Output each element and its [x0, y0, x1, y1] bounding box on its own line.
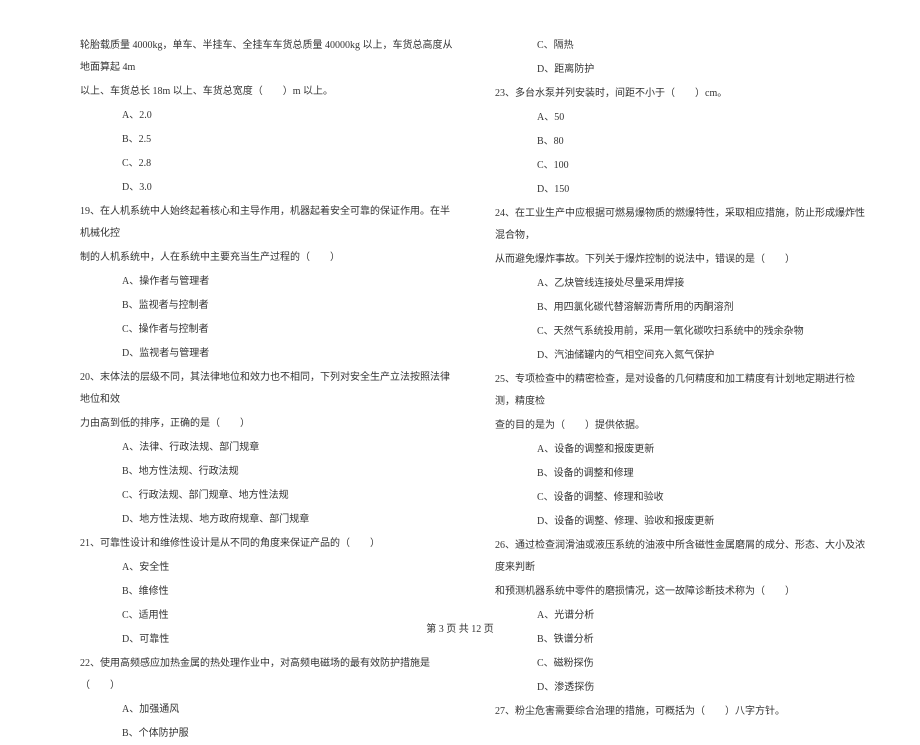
q24-option-c: C、天然气系统投用前，采用一氧化碳吹扫系统中的残余杂物 — [495, 321, 870, 343]
q21-option-b: B、维修性 — [80, 581, 455, 603]
q20-option-c: C、行政法规、部门规章、地方性法规 — [80, 485, 455, 507]
q22-option-c: C、隔热 — [495, 35, 870, 57]
q18-continuation-2: 以上、车货总长 18m 以上、车货总宽度（ ）m 以上。 — [80, 81, 455, 103]
q22-option-b: B、个体防护服 — [80, 723, 455, 745]
q25-option-d: D、设备的调整、修理、验收和报废更新 — [495, 511, 870, 533]
q18-option-a: A、2.0 — [80, 105, 455, 127]
q19-option-b: B、监视者与控制者 — [80, 295, 455, 317]
q21-text: 21、可靠性设计和维修性设计是从不同的角度来保证产品的（ ） — [80, 533, 455, 555]
q26-text-1: 26、通过检查润滑油或液压系统的油液中所含磁性金属磨屑的成分、形态、大小及浓度来… — [495, 535, 870, 579]
q18-option-b: B、2.5 — [80, 129, 455, 151]
q24-option-d: D、汽油储罐内的气相空间充入氮气保护 — [495, 345, 870, 367]
q20-option-d: D、地方性法规、地方政府规章、部门规章 — [80, 509, 455, 531]
q23-text: 23、多台水泵并列安装时，间距不小于（ ）cm。 — [495, 83, 870, 105]
q23-option-a: A、50 — [495, 107, 870, 129]
q24-option-b: B、用四氯化碳代替溶解沥青所用的丙酮溶剂 — [495, 297, 870, 319]
q25-option-c: C、设备的调整、修理和验收 — [495, 487, 870, 509]
q24-text-2: 从而避免爆炸事故。下列关于爆炸控制的说法中，错误的是（ ） — [495, 249, 870, 271]
q27-text: 27、粉尘危害需要综合治理的措施，可概括为（ ）八字方针。 — [495, 701, 870, 723]
q19-text-2: 制的人机系统中，人在系统中主要充当生产过程的（ ） — [80, 247, 455, 269]
q25-option-b: B、设备的调整和修理 — [495, 463, 870, 485]
q26-option-d: D、渗透探伤 — [495, 677, 870, 699]
left-column: 轮胎载质量 4000kg，单车、半挂车、全挂车车货总质量 40000kg 以上，… — [80, 35, 455, 605]
q22-option-d: D、距离防护 — [495, 59, 870, 81]
q23-option-d: D、150 — [495, 179, 870, 201]
q20-option-a: A、法律、行政法规、部门规章 — [80, 437, 455, 459]
q20-text-2: 力由高到低的排序，正确的是（ ） — [80, 413, 455, 435]
q20-option-b: B、地方性法规、行政法规 — [80, 461, 455, 483]
q19-option-c: C、操作者与控制者 — [80, 319, 455, 341]
q19-option-a: A、操作者与管理者 — [80, 271, 455, 293]
right-column: C、隔热 D、距离防护 23、多台水泵并列安装时，间距不小于（ ）cm。 A、5… — [495, 35, 870, 605]
q21-option-a: A、安全性 — [80, 557, 455, 579]
q25-text-1: 25、专项检查中的精密检查，是对设备的几何精度和加工精度有计划地定期进行检测，精… — [495, 369, 870, 413]
q23-option-b: B、80 — [495, 131, 870, 153]
q19-option-d: D、监视者与管理者 — [80, 343, 455, 365]
q24-text-1: 24、在工业生产中应根据可燃易爆物质的燃爆特性，采取相应措施，防止形成爆炸性混合… — [495, 203, 870, 247]
q26-text-2: 和预测机器系统中零件的磨损情况，这一故障诊断技术称为（ ） — [495, 581, 870, 603]
q19-text-1: 19、在人机系统中人始终起着核心和主导作用，机器起着安全可靠的保证作用。在半机械… — [80, 201, 455, 245]
q23-option-c: C、100 — [495, 155, 870, 177]
page-footer: 第 3 页 共 12 页 — [0, 620, 920, 635]
q25-text-2: 查的目的是为（ ）提供依据。 — [495, 415, 870, 437]
q22-text: 22、使用高频感应加热金属的热处理作业中，对高频电磁场的最有效防护措施是（ ） — [80, 653, 455, 697]
q24-option-a: A、乙炔管线连接处尽量采用焊接 — [495, 273, 870, 295]
q18-option-c: C、2.8 — [80, 153, 455, 175]
q22-option-a: A、加强通风 — [80, 699, 455, 721]
q26-option-c: C、磁粉探伤 — [495, 653, 870, 675]
two-column-layout: 轮胎载质量 4000kg，单车、半挂车、全挂车车货总质量 40000kg 以上，… — [80, 35, 870, 605]
q25-option-a: A、设备的调整和报废更新 — [495, 439, 870, 461]
q20-text-1: 20、末体法的层级不同，其法律地位和效力也不相同，下列对安全生产立法按照法律地位… — [80, 367, 455, 411]
q18-option-d: D、3.0 — [80, 177, 455, 199]
q18-continuation-1: 轮胎载质量 4000kg，单车、半挂车、全挂车车货总质量 40000kg 以上，… — [80, 35, 455, 79]
